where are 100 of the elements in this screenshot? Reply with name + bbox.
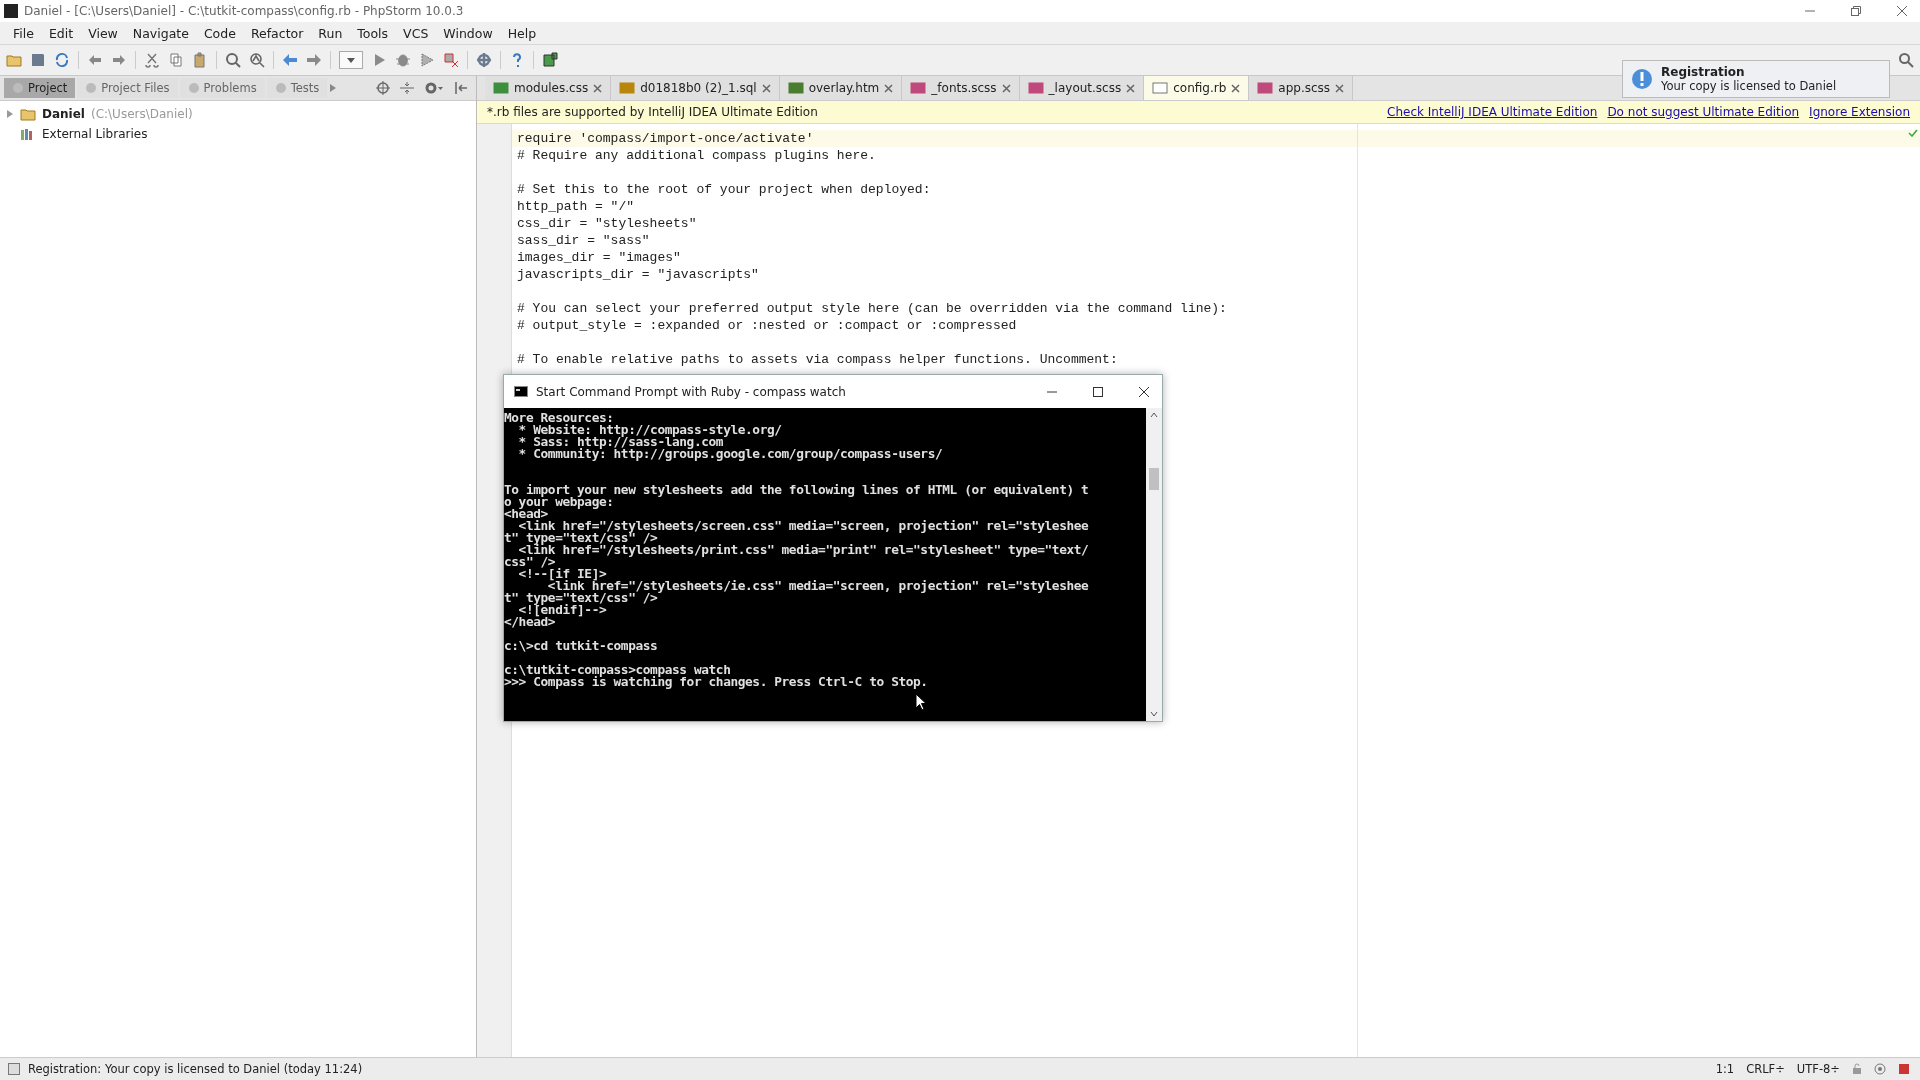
- menu-item[interactable]: Navigate: [125, 25, 197, 41]
- banner-link[interactable]: Do not suggest Ultimate Edition: [1607, 105, 1800, 119]
- redo-icon[interactable]: [111, 52, 127, 68]
- line-separator[interactable]: CRLF÷: [1746, 1062, 1785, 1076]
- editor-tab[interactable]: _fonts.scss: [902, 76, 1020, 100]
- editor-tab[interactable]: d01818b0 (2)_1.sql: [611, 76, 780, 100]
- panel-toggle-icon[interactable]: [8, 1063, 20, 1075]
- inspector-icon[interactable]: [1874, 1063, 1886, 1075]
- scrollbar-thumb[interactable]: [1149, 468, 1159, 490]
- terminal-line: c:\tutkit-compass>compass watch: [504, 664, 732, 676]
- terminal-line: <head>: [504, 508, 548, 520]
- event-log-icon[interactable]: [1898, 1063, 1912, 1075]
- run-config-dropdown[interactable]: [339, 51, 363, 69]
- tool-window-tab[interactable]: Project Files: [77, 78, 178, 98]
- file-type-icon: [619, 82, 636, 94]
- terminal-line: </head>: [504, 616, 556, 628]
- folder-icon: [20, 107, 36, 121]
- scroll-down-icon[interactable]: [1150, 711, 1158, 717]
- editor-tab[interactable]: _layout.scss: [1019, 76, 1145, 100]
- back-icon[interactable]: [282, 52, 298, 68]
- status-message: Registration: Your copy is licensed to Daniel (today 11:24): [28, 1062, 363, 1076]
- terminal-line: o your webpage:: [504, 496, 615, 508]
- editor-tab[interactable]: modules.css: [485, 76, 612, 100]
- code-line: # Require any additional compass plugins here.: [516, 147, 877, 164]
- terminal-line: <link href="/stylesheets/screen.css" media="screen, projection" rel="styleshee: [517, 520, 1090, 532]
- restore-icon[interactable]: [1850, 5, 1862, 17]
- code-line: css_dir = "stylesheets": [516, 215, 698, 232]
- code-line: javascripts_dir = "javascripts": [516, 266, 760, 283]
- gear-icon[interactable]: [424, 81, 444, 95]
- menu-item[interactable]: Edit: [41, 25, 82, 41]
- tool-window-icon: [85, 82, 98, 94]
- caret-icon[interactable]: [347, 57, 355, 63]
- encoding[interactable]: UTF-8÷: [1796, 1062, 1840, 1076]
- terminal-line: More Resources:: [504, 412, 615, 424]
- menu-item[interactable]: Tools: [350, 25, 397, 41]
- coverage-icon[interactable]: [419, 52, 435, 68]
- tree-item[interactable]: Daniel: [42, 107, 85, 121]
- crosshair-icon[interactable]: [376, 81, 390, 95]
- database-icon[interactable]: [542, 52, 558, 68]
- code-line: # To enable relative paths to assets via compass helper functions. Uncomment:: [516, 351, 1119, 368]
- file-type-icon: [787, 82, 804, 94]
- cursor-position[interactable]: 1:1: [1715, 1062, 1735, 1076]
- forward-icon[interactable]: [306, 52, 322, 68]
- editor-tab[interactable]: config.rb: [1144, 76, 1250, 100]
- scrollbar[interactable]: [1146, 408, 1162, 721]
- lock-icon[interactable]: [1852, 1063, 1862, 1075]
- close-icon[interactable]: [1896, 5, 1908, 17]
- menu-item[interactable]: Refactor: [243, 25, 312, 41]
- menu-item[interactable]: VCS: [396, 25, 437, 41]
- terminal-line: * Community: http://groups.google.com/group/compass-users/: [517, 448, 944, 460]
- expand-arrow-icon[interactable]: [6, 109, 14, 119]
- terminal-line: <link href="/stylesheets/print.css" media="print" rel="stylesheet" type="text/: [517, 544, 1090, 556]
- search-icon[interactable]: [1898, 52, 1914, 68]
- tool-window-icon: [274, 82, 287, 94]
- paste-icon[interactable]: [192, 52, 208, 68]
- code-line: http_path = "/": [516, 198, 636, 215]
- editor-tab[interactable]: app.scss: [1249, 76, 1354, 100]
- menu-item[interactable]: Code: [196, 25, 244, 41]
- stop-icon[interactable]: [443, 52, 459, 68]
- save-icon[interactable]: [30, 52, 46, 68]
- close-icon[interactable]: [1231, 83, 1241, 93]
- hide-panel-icon[interactable]: [454, 81, 468, 95]
- file-type-icon: [1027, 82, 1044, 94]
- banner-link[interactable]: Check IntelliJ IDEA Ultimate Edition: [1387, 105, 1598, 119]
- tree-item[interactable]: External Libraries: [42, 127, 148, 141]
- maximize-icon[interactable]: [1092, 385, 1104, 398]
- collapse-icon[interactable]: [400, 81, 414, 95]
- cut-icon[interactable]: [144, 52, 160, 68]
- tool-window-icon: [187, 82, 200, 94]
- code-line: # Set this to the root of your project when deployed:: [516, 181, 932, 198]
- scroll-up-icon[interactable]: [1150, 412, 1158, 418]
- copy-icon[interactable]: [168, 52, 184, 68]
- file-type-icon: [493, 82, 509, 94]
- window-title: Daniel - [C:\Users\Daniel] - C:\tutkit-compass\config.rb - PhpStorm 10.0.3: [24, 4, 464, 18]
- mouse-cursor-icon: [915, 693, 927, 711]
- app-logo-icon: [4, 4, 18, 18]
- file-type-icon: [1152, 82, 1169, 94]
- terminal-line: * Website: http://compass-style.org/: [517, 424, 783, 436]
- menu-item[interactable]: Run: [311, 25, 351, 41]
- banner-link[interactable]: Ignore Extension: [1809, 105, 1910, 119]
- sync-icon[interactable]: [54, 52, 70, 68]
- info-icon: [1631, 68, 1653, 90]
- menu-item[interactable]: Window: [436, 25, 501, 41]
- tool-window-tab[interactable]: Problems: [179, 78, 265, 98]
- tool-window-tab[interactable]: Tests: [266, 78, 328, 98]
- menu-item[interactable]: Help: [500, 25, 545, 41]
- replace-icon[interactable]: [249, 52, 265, 68]
- search-icon[interactable]: [225, 52, 241, 68]
- menu-item[interactable]: File: [6, 25, 42, 41]
- terminal-line: To import your new stylesheets add the following lines of HTML (or equivalent) t: [504, 484, 1090, 496]
- editor-tab[interactable]: overlay.htm: [779, 76, 903, 100]
- terminal-line: css" />: [504, 556, 556, 568]
- check-icon: [1908, 129, 1918, 137]
- debug-icon[interactable]: [395, 52, 411, 68]
- code-line: # output_style = :expanded or :nested or :compact or :compressed: [516, 317, 1018, 334]
- banner-text: *.rb files are supported by IntelliJ IDEA Ultimate Edition: [487, 105, 818, 119]
- file-type-icon: [1257, 82, 1274, 94]
- close-icon[interactable]: [1138, 385, 1150, 398]
- menu-item[interactable]: View: [81, 25, 126, 41]
- tool-window-tab[interactable]: Project: [4, 78, 76, 98]
